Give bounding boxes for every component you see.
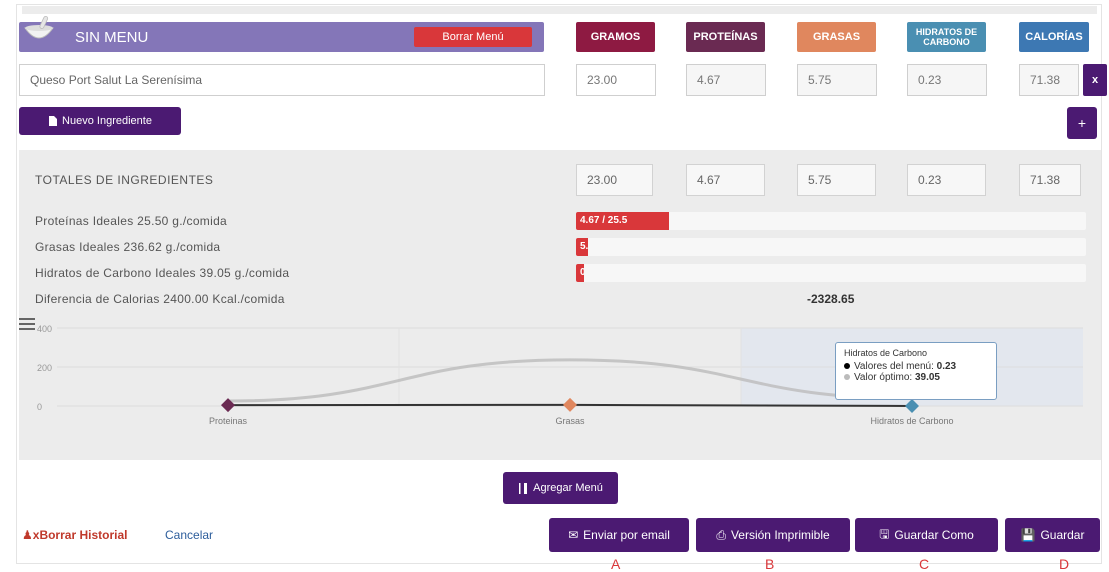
- nutrient-chart: 0 200 400 Proteinas Grasas Hidratos de Carbon…: [19, 318, 1101, 430]
- chart-point-marker: [563, 397, 577, 412]
- ingredient-calorias-value: 71.38: [1019, 64, 1079, 96]
- ingredient-hidratos-value: 0.23: [907, 64, 987, 96]
- annotation-mark-a: A: [611, 556, 621, 572]
- chart-x-tick-label: Grasas: [555, 416, 585, 426]
- proteinas-progress: 4.67 / 25.5: [576, 212, 1086, 230]
- diferencia-calorias-label: Diferencia de Calorias 2400.00 Kcal./com…: [35, 292, 285, 306]
- agregar-menu-label: Agregar Menú: [533, 482, 603, 494]
- top-scroll-strip: [22, 6, 1097, 14]
- version-imprimible-label: Versión Imprimible: [730, 528, 830, 542]
- annotation-mark-c: C: [919, 556, 930, 572]
- column-header-hidratos: HIDRATOS DE CARBONO: [907, 22, 986, 52]
- envelope-icon: ✉: [568, 528, 579, 542]
- totals-title: TOTALES DE INGREDIENTES: [35, 173, 214, 187]
- chart-x-tick-label: Proteinas: [209, 416, 248, 426]
- optimo-dot-icon: [844, 374, 850, 381]
- enviar-email-button[interactable]: ✉ Enviar por email: [549, 518, 689, 552]
- tooltip-menu-label: Valores del menú:: [854, 361, 934, 372]
- ingredient-grasas-value: 5.75: [797, 64, 877, 96]
- total-grasas: 5.75: [797, 164, 876, 196]
- guardar-button[interactable]: 💾 Guardar: [1005, 518, 1100, 552]
- tooltip-optimo-label: Valor óptimo:: [854, 372, 913, 383]
- column-header-grasas: GRASAS: [797, 22, 876, 52]
- save-as-icon: 🖫: [879, 526, 890, 541]
- ideal-proteinas-label: Proteínas Ideales 25.50 g./comida: [35, 214, 228, 228]
- agregar-menu-button[interactable]: Agregar Menú: [503, 472, 618, 504]
- grasas-progress-fill: 5.75 / 236.62: [576, 238, 589, 256]
- total-calorias: 71.38: [1019, 164, 1081, 196]
- guardar-label: Guardar: [1040, 528, 1085, 542]
- nuevo-ingrediente-label: Nuevo Ingrediente: [62, 115, 152, 127]
- cancelar-link[interactable]: Cancelar: [165, 528, 213, 542]
- borrar-historial-link[interactable]: ♟xBorrar Historial: [22, 528, 127, 542]
- file-icon: [49, 116, 58, 126]
- guardar-como-label: Guardar Como: [894, 528, 974, 542]
- ingredient-proteinas-value: 4.67: [686, 64, 766, 96]
- chart-x-tick-label: Hidratos de Carbono: [870, 416, 953, 426]
- proteinas-progress-fill: 4.67 / 25.5: [576, 212, 670, 230]
- menu-title: SIN MENU: [75, 29, 149, 46]
- mortar-icon: [24, 15, 54, 39]
- ideal-grasas-label: Grasas Ideales 236.62 g./comida: [35, 240, 221, 254]
- remove-ingredient-button[interactable]: x: [1083, 64, 1107, 96]
- column-header-calorias: CALORÍAS: [1019, 22, 1089, 52]
- borrar-historial-label: Borrar Historial: [39, 528, 128, 542]
- save-icon: 💾: [1020, 528, 1036, 542]
- add-button[interactable]: +: [1067, 107, 1097, 139]
- hidratos-progress: 0.23 / 39.05: [576, 264, 1086, 282]
- menu-dot-icon: [844, 363, 850, 370]
- enviar-email-label: Enviar por email: [583, 528, 670, 542]
- user-remove-icon: ♟x: [22, 528, 40, 542]
- ingredient-name-input[interactable]: Queso Port Salut La Serenísima: [19, 64, 545, 96]
- annotation-mark-b: B: [765, 556, 775, 572]
- borrar-menu-button[interactable]: Borrar Menú: [414, 27, 532, 47]
- grasas-progress: 5.75 / 236.62: [576, 238, 1086, 256]
- tooltip-optimo-value: 39.05: [914, 372, 940, 383]
- chart-tooltip: Hidratos de Carbono Valores del menú: 0.…: [835, 342, 997, 400]
- totals-panel: TOTALES DE INGREDIENTES 23.00 4.67 5.75 …: [19, 150, 1101, 460]
- column-header-proteinas: PROTEÍNAS: [686, 22, 765, 52]
- total-proteinas: 4.67: [686, 164, 765, 196]
- column-header-gramos: GRAMOS: [576, 22, 655, 52]
- total-hidratos: 0.23: [907, 164, 986, 196]
- total-gramos: 23.00: [576, 164, 653, 196]
- tooltip-title: Hidratos de Carbono: [844, 348, 928, 358]
- nuevo-ingrediente-button[interactable]: Nuevo Ingrediente: [19, 107, 181, 135]
- chart-y-tick-label: 200: [37, 363, 52, 373]
- annotation-mark-d: D: [1059, 556, 1070, 572]
- guardar-como-button[interactable]: 🖫 Guardar Como: [855, 518, 998, 552]
- cutlery-icon: [519, 482, 528, 494]
- print-icon: ⎙: [716, 527, 726, 542]
- tooltip-menu-value: 0.23: [936, 361, 957, 372]
- version-imprimible-button[interactable]: ⎙ Versión Imprimible: [696, 518, 850, 552]
- hidratos-progress-fill: 0.23 / 39.05: [576, 264, 584, 282]
- ideal-hidratos-label: Hidratos de Carbono Ideales 39.05 g./com…: [35, 266, 290, 280]
- chart-y-tick-label: 400: [37, 324, 52, 334]
- diferencia-calorias-value: -2328.65: [807, 292, 855, 306]
- chart-y-tick-label: 0: [37, 402, 42, 412]
- chart-menu-icon[interactable]: [19, 318, 35, 330]
- menu-header: SIN MENU Borrar Menú: [19, 15, 544, 52]
- tooltip-optimo-row: Valor óptimo: 39.05: [844, 372, 988, 383]
- ingredient-gramos-input[interactable]: 23.00: [576, 64, 656, 96]
- tooltip-menu-row: Valores del menú: 0.23: [844, 361, 988, 372]
